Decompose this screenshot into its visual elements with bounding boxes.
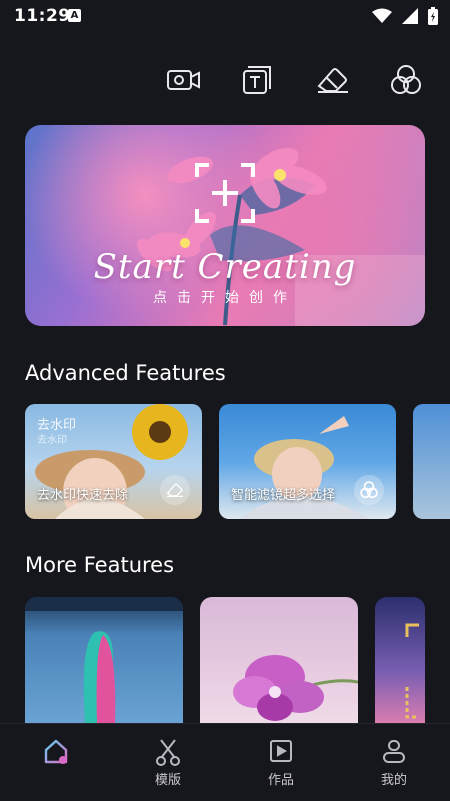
smart-filter-card[interactable]: 智能滤镜超多选择 bbox=[219, 404, 396, 519]
eraser-icon[interactable] bbox=[313, 60, 353, 100]
card-label: 去水印快速去除 bbox=[37, 488, 129, 503]
nav-label-works: 作品 bbox=[267, 773, 294, 788]
nav-item-templates[interactable]: 模版 bbox=[112, 724, 224, 801]
signal-icon bbox=[402, 8, 418, 24]
more-feature-card-orchid[interactable] bbox=[200, 597, 358, 723]
scissors-icon bbox=[155, 738, 181, 766]
advanced-feature-card-partial[interactable] bbox=[413, 404, 450, 519]
text-box-icon[interactable] bbox=[237, 60, 277, 100]
watermark-text-small: 去水印 bbox=[37, 435, 67, 446]
play-square-icon bbox=[269, 738, 293, 766]
wifi-icon bbox=[372, 8, 392, 23]
eraser-icon bbox=[160, 475, 190, 505]
card-label: 智能滤镜超多选择 bbox=[231, 488, 336, 503]
home-icon bbox=[43, 738, 69, 766]
hero-title: Start Creating bbox=[93, 247, 357, 287]
battery-icon bbox=[428, 7, 438, 25]
nav-item-profile[interactable]: 我的 bbox=[338, 724, 450, 801]
more-features-title: More Features bbox=[25, 553, 175, 577]
nav-item-works[interactable]: 作品 bbox=[225, 724, 337, 801]
card-photo bbox=[25, 597, 183, 723]
filter-circles-icon bbox=[354, 475, 384, 505]
start-creating-banner[interactable]: Start Creating 点击开始创作 bbox=[25, 125, 425, 326]
status-time: 11:29 bbox=[14, 6, 71, 26]
filter-circles-icon[interactable] bbox=[386, 60, 426, 100]
nav-label-profile: 我的 bbox=[380, 773, 407, 788]
advanced-features-title: Advanced Features bbox=[25, 361, 226, 385]
remove-watermark-card[interactable]: 去水印 去水印 去水印快速去除 bbox=[25, 404, 202, 519]
nav-item-home[interactable] bbox=[0, 724, 112, 801]
user-icon bbox=[381, 738, 407, 766]
video-camera-icon[interactable] bbox=[164, 60, 204, 100]
card-photo bbox=[233, 655, 358, 721]
nav-label-templates: 模版 bbox=[154, 773, 181, 788]
more-feature-card-cactus[interactable] bbox=[25, 597, 183, 723]
notification-badge: A bbox=[68, 9, 81, 22]
top-toolbar bbox=[0, 60, 450, 100]
hero-subtitle: 点击开始创作 bbox=[153, 290, 297, 306]
more-feature-card-partial[interactable] bbox=[375, 597, 425, 723]
bottom-nav: 模版 作品 我的 bbox=[0, 723, 450, 801]
status-bar: 11:29 A bbox=[0, 0, 450, 32]
